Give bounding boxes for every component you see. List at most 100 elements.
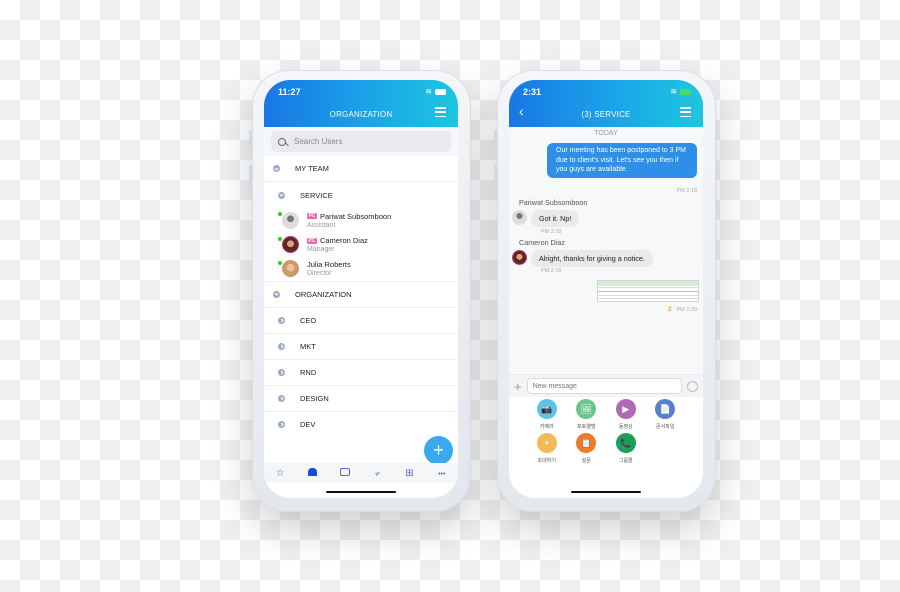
online-status-dot	[278, 212, 282, 216]
tab-apps[interactable]: ⊞	[399, 468, 419, 479]
attach-label: 문서파일	[656, 424, 675, 430]
member-role: Director	[307, 270, 332, 278]
chat-messages: TODAY Our meeting has been postponed to …	[509, 127, 703, 374]
attach-label: 그룹콜	[618, 458, 633, 464]
status-time: 2:31	[523, 87, 542, 97]
message-bubble-received: Alright, thanks for giving a notice.	[531, 250, 653, 267]
apps-grid-icon: ⊞	[405, 467, 414, 479]
chevron-down-icon	[278, 191, 285, 199]
member-name: Cameron Diaz	[319, 236, 368, 246]
tree-item-organization[interactable]: ORGANIZATION	[264, 282, 458, 308]
pc-badge: PC	[307, 237, 317, 244]
sender-name: Cameron Diaz	[519, 238, 565, 247]
attach-label: 동영상	[618, 424, 633, 430]
tree-item-label: SERVICE	[300, 190, 333, 200]
phone-side-button	[249, 165, 252, 193]
online-status-dot	[278, 261, 282, 265]
tree-item-label: MY TEAM	[295, 164, 329, 173]
online-status-dot	[278, 236, 282, 241]
attach-label: 포토앨범	[577, 424, 596, 430]
tree-item-label: MKT	[300, 341, 316, 351]
tree-item-rnd[interactable]: RND	[264, 360, 458, 386]
menu-icon[interactable]	[680, 107, 691, 117]
status-icons: ≋	[670, 87, 691, 96]
attach-video[interactable]: ▶ 동영상	[606, 399, 646, 430]
message-bubble-received: Got it. Np!	[531, 210, 580, 227]
member-name: Julia Roberts	[307, 260, 351, 270]
unread-count: 2	[668, 306, 672, 313]
pc-badge: PC	[307, 213, 317, 220]
member-role: Assistant	[307, 221, 336, 229]
attach-invite[interactable]: + 초대하기	[527, 433, 567, 464]
search-bar: Search Users	[264, 127, 458, 156]
search-icon	[278, 137, 286, 146]
person-icon	[307, 467, 317, 476]
attach-label: 설문	[581, 458, 591, 464]
shared-image-spreadsheet[interactable]	[597, 280, 699, 302]
phone-organization: 11:27 ≋ ORGANIZATION Search Users MY TEA…	[249, 70, 471, 512]
message-time: PM 2:18	[676, 188, 697, 194]
image-icon: 🖼	[576, 399, 597, 419]
attach-label: 카메라	[539, 424, 554, 430]
add-user-icon: +	[536, 433, 557, 453]
tree-item-service[interactable]: SERVICE	[264, 182, 458, 208]
clipboard-icon: 📋	[576, 433, 597, 453]
tree-item-label: CEO	[300, 315, 317, 325]
tab-send[interactable]: ➢	[367, 467, 387, 478]
attachment-menu: 📷 카메라 🖼 포토앨범 ▶ 동영상 📄 문서파일 + 초대하기 📋 설문 📞 …	[509, 397, 703, 464]
battery-icon	[435, 88, 446, 95]
tab-more[interactable]: •••	[432, 468, 452, 479]
home-indicator	[571, 490, 641, 493]
tab-favorites[interactable]: ☆	[270, 468, 290, 479]
phone-side-button	[494, 130, 497, 146]
tree-item-design[interactable]: DESIGN	[264, 386, 458, 412]
message-input[interactable]	[526, 378, 682, 394]
tree-item-label: DEV	[300, 420, 316, 429]
tab-organization[interactable]	[302, 467, 322, 479]
screen-chat: 2:31 ≋ ‹ (3) SERVICE TODAY Our meeting h…	[509, 80, 703, 498]
play-icon: ▶	[615, 399, 636, 419]
member-item[interactable]: Julia Roberts Director	[264, 257, 458, 282]
message-time: PM 2:18	[541, 229, 562, 235]
page-title: ORGANIZATION	[329, 110, 393, 119]
search-placeholder: Search Users	[294, 137, 343, 146]
tree-item-mkt[interactable]: MKT	[264, 334, 458, 360]
attach-camera[interactable]: 📷 카메라	[527, 399, 567, 430]
attach-document[interactable]: 📄 문서파일	[646, 399, 686, 430]
wifi-icon: ≋	[425, 87, 432, 96]
member-item[interactable]: PC Pariwat Subsomboon Assistant	[264, 208, 458, 233]
status-time: 11:27	[278, 87, 301, 97]
phone-chat: 2:31 ≋ ‹ (3) SERVICE TODAY Our meeting h…	[494, 70, 716, 512]
day-separator: TODAY	[594, 130, 618, 137]
tab-chat[interactable]	[335, 467, 355, 479]
chevron-right-icon	[278, 394, 285, 402]
screen-organization: 11:27 ≋ ORGANIZATION Search Users MY TEA…	[264, 80, 458, 498]
avatar	[512, 210, 527, 225]
message-bubble-sent: Our meeting has been postponed to 3 PM d…	[547, 143, 697, 178]
home-indicator	[326, 490, 396, 493]
add-button[interactable]: +	[424, 436, 453, 465]
tree-item-my-team[interactable]: MY TEAM	[264, 156, 458, 182]
attach-photo-album[interactable]: 🖼 포토앨범	[567, 399, 607, 430]
message-composer: +	[509, 374, 703, 397]
message-time: PM 2:18	[541, 268, 562, 274]
menu-icon[interactable]	[435, 107, 446, 117]
plus-icon[interactable]: +	[514, 380, 522, 393]
emoji-icon[interactable]	[687, 380, 698, 392]
attach-group-call[interactable]: 📞 그룹콜	[606, 433, 646, 464]
chevron-right-icon	[278, 316, 285, 324]
battery-charging-icon	[680, 88, 691, 95]
phone-side-button	[494, 165, 497, 193]
attach-label: 초대하기	[537, 458, 556, 464]
star-icon: ☆	[275, 467, 285, 479]
avatar	[282, 236, 299, 254]
attach-survey[interactable]: 📋 설문	[567, 433, 607, 464]
tree-item-ceo[interactable]: CEO	[264, 308, 458, 334]
member-item[interactable]: PC Cameron Diaz Manager	[264, 233, 458, 258]
tree-item-dev[interactable]: DEV	[264, 412, 458, 438]
member-name: Pariwat Subsomboon	[319, 211, 392, 221]
wifi-icon: ≋	[670, 87, 677, 96]
chat-title: (3) SERVICE	[581, 110, 631, 119]
phone-side-button	[249, 130, 252, 146]
search-input[interactable]: Search Users	[271, 131, 451, 152]
